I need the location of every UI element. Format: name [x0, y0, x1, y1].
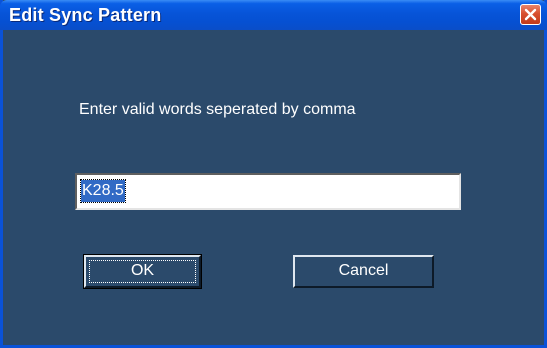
close-icon — [524, 8, 537, 21]
sync-pattern-input[interactable] — [75, 173, 461, 210]
ok-button-label: OK — [130, 262, 155, 279]
ok-button[interactable]: OK — [83, 254, 202, 289]
dialog-window: Edit Sync Pattern Enter valid words sepe… — [0, 0, 547, 348]
title-bar[interactable]: Edit Sync Pattern — [0, 0, 547, 30]
close-button[interactable] — [520, 4, 541, 25]
window-title: Edit Sync Pattern — [9, 5, 162, 25]
cancel-button[interactable]: Cancel — [293, 255, 434, 288]
cancel-button-label: Cancel — [338, 262, 389, 279]
prompt-label: Enter valid words seperated by comma — [79, 101, 356, 118]
sync-pattern-input-value[interactable]: K28.5 — [80, 179, 126, 203]
